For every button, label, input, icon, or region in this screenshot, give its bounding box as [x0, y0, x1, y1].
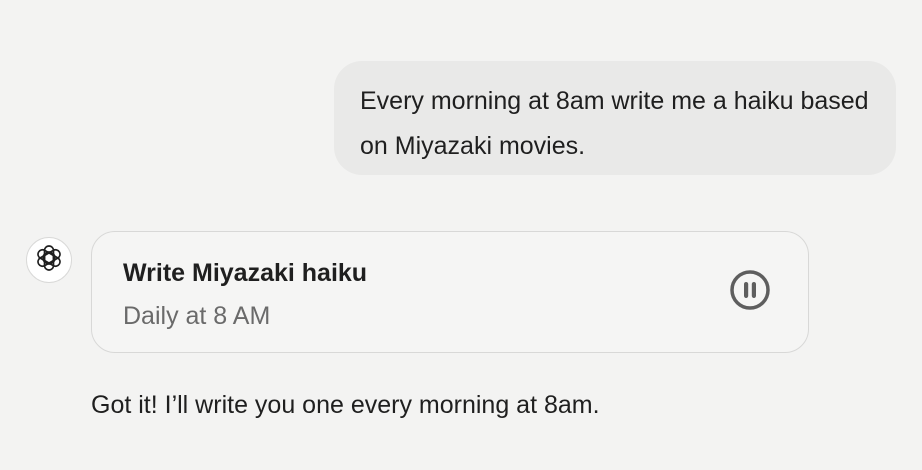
pause-circle-icon [729, 269, 771, 316]
pause-task-button[interactable] [728, 269, 772, 316]
task-schedule: Daily at 8 AM [123, 302, 271, 330]
openai-logo-icon [34, 243, 64, 278]
user-message-bubble: Every morning at 8am write me a haiku ba… [334, 61, 896, 175]
scheduled-task-card[interactable]: Write Miyazaki haiku Daily at 8 AM [91, 231, 809, 353]
user-message-text: Every morning at 8am write me a haiku ba… [360, 87, 869, 160]
assistant-avatar [26, 237, 72, 283]
assistant-message-text: Got it! I’ll write you one every morning… [91, 391, 600, 419]
task-title: Write Miyazaki haiku [123, 259, 368, 287]
